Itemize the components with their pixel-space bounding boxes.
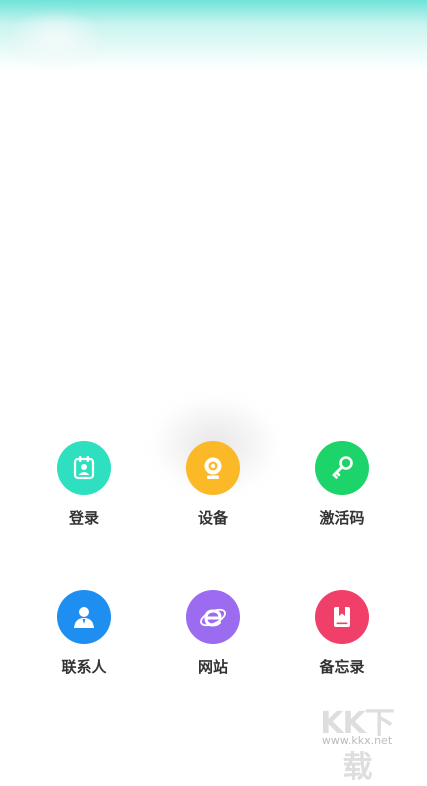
- watermark: KK下载 www.kkx.net: [307, 698, 407, 785]
- feature-grid: 登录 设备 激活码 联系人 网站 备忘录: [0, 437, 427, 677]
- menu-item-device[interactable]: 设备: [158, 441, 268, 531]
- watermark-url: www.kkx.net: [321, 734, 393, 747]
- menu-item-contacts[interactable]: 联系人: [29, 590, 139, 680]
- menu-item-website[interactable]: 网站: [158, 590, 268, 680]
- book-icon: [315, 590, 369, 644]
- menu-item-login[interactable]: 登录: [29, 441, 139, 531]
- menu-item-activation-code[interactable]: 激活码: [287, 441, 397, 531]
- person-icon: [57, 590, 111, 644]
- header-blurred-area: [6, 8, 106, 70]
- menu-item-label: 联系人: [61, 658, 107, 676]
- browser-e-icon: [186, 590, 240, 644]
- contact-card-icon: [57, 441, 111, 495]
- menu-item-label: 激活码: [319, 509, 365, 527]
- menu-item-label: 登录: [68, 509, 99, 527]
- menu-item-label: 网站: [197, 658, 228, 676]
- key-icon: [315, 441, 369, 495]
- menu-item-memo[interactable]: 备忘录: [287, 590, 397, 680]
- webcam-icon: [186, 441, 240, 495]
- menu-item-label: 设备: [197, 509, 228, 527]
- menu-item-label: 备忘录: [319, 658, 365, 676]
